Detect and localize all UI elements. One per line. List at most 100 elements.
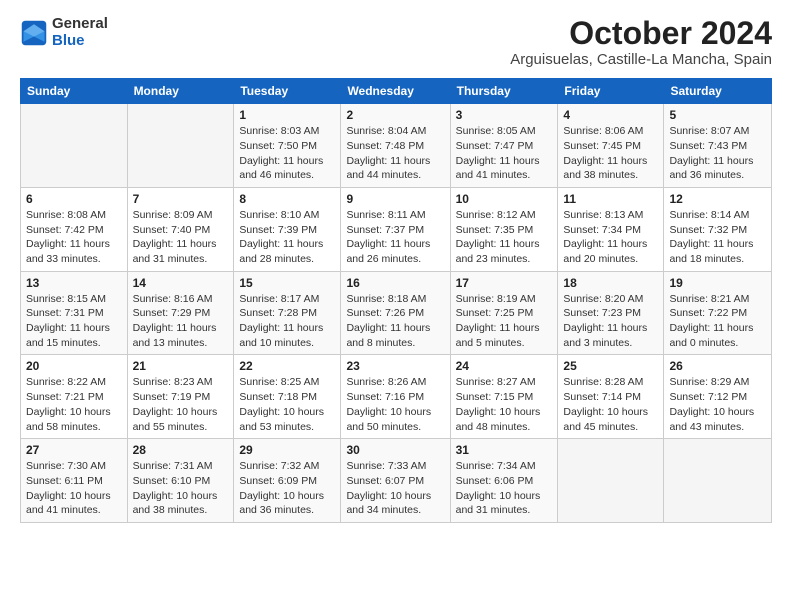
cell-daylight: Daylight: 11 hours and 23 minutes.: [456, 237, 553, 266]
cell-day-number: 2: [346, 108, 444, 122]
cell-detail: Sunrise: 8:10 AMSunset: 7:39 PMDaylight:…: [239, 208, 335, 267]
calendar-cell: 19Sunrise: 8:21 AMSunset: 7:22 PMDayligh…: [664, 271, 772, 355]
cell-daylight: Daylight: 11 hours and 41 minutes.: [456, 154, 553, 183]
calendar-cell: 11Sunrise: 8:13 AMSunset: 7:34 PMDayligh…: [558, 187, 664, 271]
cell-sunset: Sunset: 7:31 PM: [26, 306, 122, 321]
cell-detail: Sunrise: 8:22 AMSunset: 7:21 PMDaylight:…: [26, 375, 122, 434]
header-tuesday: Tuesday: [234, 79, 341, 104]
header-saturday: Saturday: [664, 79, 772, 104]
cell-sunset: Sunset: 6:07 PM: [346, 474, 444, 489]
logo-line1: General: [52, 16, 108, 33]
calendar-header: Sunday Monday Tuesday Wednesday Thursday…: [21, 79, 772, 104]
cell-day-number: 13: [26, 276, 122, 290]
cell-detail: Sunrise: 7:31 AMSunset: 6:10 PMDaylight:…: [133, 459, 229, 518]
cell-daylight: Daylight: 11 hours and 8 minutes.: [346, 321, 444, 350]
calendar-cell: 3Sunrise: 8:05 AMSunset: 7:47 PMDaylight…: [450, 104, 558, 188]
cell-sunrise: Sunrise: 8:03 AM: [239, 124, 335, 139]
cell-sunset: Sunset: 6:09 PM: [239, 474, 335, 489]
cell-daylight: Daylight: 11 hours and 0 minutes.: [669, 321, 766, 350]
calendar-cell: 5Sunrise: 8:07 AMSunset: 7:43 PMDaylight…: [664, 104, 772, 188]
cell-sunrise: Sunrise: 7:33 AM: [346, 459, 444, 474]
cell-day-number: 10: [456, 192, 553, 206]
header-thursday: Thursday: [450, 79, 558, 104]
cell-detail: Sunrise: 8:27 AMSunset: 7:15 PMDaylight:…: [456, 375, 553, 434]
cell-daylight: Daylight: 11 hours and 36 minutes.: [669, 154, 766, 183]
cell-day-number: 23: [346, 359, 444, 373]
calendar-cell: 16Sunrise: 8:18 AMSunset: 7:26 PMDayligh…: [341, 271, 450, 355]
cell-sunrise: Sunrise: 7:32 AM: [239, 459, 335, 474]
cell-daylight: Daylight: 10 hours and 45 minutes.: [563, 405, 658, 434]
cell-sunset: Sunset: 7:23 PM: [563, 306, 658, 321]
cell-detail: Sunrise: 8:29 AMSunset: 7:12 PMDaylight:…: [669, 375, 766, 434]
cell-day-number: 14: [133, 276, 229, 290]
cell-sunrise: Sunrise: 8:13 AM: [563, 208, 658, 223]
cell-sunrise: Sunrise: 8:18 AM: [346, 292, 444, 307]
calendar-cell: 10 Sunrise: 8:12 AMSunset: 7:35 PMDayligh…: [450, 187, 558, 271]
cell-sunrise: Sunrise: 8:12 AM: [456, 208, 553, 223]
cell-detail: Sunrise: 7:32 AMSunset: 6:09 PMDaylight:…: [239, 459, 335, 518]
calendar-cell: 30Sunrise: 7:33 AMSunset: 6:07 PMDayligh…: [341, 439, 450, 523]
cell-sunrise: Sunrise: 7:34 AM: [456, 459, 553, 474]
cell-detail: Sunrise: 8:16 AMSunset: 7:29 PMDaylight:…: [133, 292, 229, 351]
cell-detail: Sunrise: 8:05 AMSunset: 7:47 PMDaylight:…: [456, 124, 553, 183]
cell-daylight: Daylight: 10 hours and 34 minutes.: [346, 489, 444, 518]
cell-sunrise: Sunrise: 8:08 AM: [26, 208, 122, 223]
cell-day-number: 4: [563, 108, 658, 122]
logo-icon: [20, 19, 48, 47]
cell-day-number: 11: [563, 192, 658, 206]
cell-sunrise: Sunrise: 8:05 AM: [456, 124, 553, 139]
cell-daylight: Daylight: 11 hours and 15 minutes.: [26, 321, 122, 350]
cell-sunset: Sunset: 7:29 PM: [133, 306, 229, 321]
cell-detail: Sunrise: 8:28 AMSunset: 7:14 PMDaylight:…: [563, 375, 658, 434]
header-friday: Friday: [558, 79, 664, 104]
calendar-cell: 23 Sunrise: 8:26 AMSunset: 7:16 PMDayligh…: [341, 355, 450, 439]
calendar-cell: 20Sunrise: 8:22 AMSunset: 7:21 PMDayligh…: [21, 355, 128, 439]
cell-daylight: Daylight: 11 hours and 26 minutes.: [346, 237, 444, 266]
calendar-cell: [127, 104, 234, 188]
cell-sunset: Sunset: 6:11 PM: [26, 474, 122, 489]
calendar-cell: 2Sunrise: 8:04 AMSunset: 7:48 PMDaylight…: [341, 104, 450, 188]
cell-sunrise: Sunrise: 8:17 AM: [239, 292, 335, 307]
cell-detail: Sunrise: 8:15 AMSunset: 7:31 PMDaylight:…: [26, 292, 122, 351]
cell-sunrise: Sunrise: 8:25 AM: [239, 375, 335, 390]
week-row-1: 6 Sunrise: 8:08 AMSunset: 7:42 PMDaylight…: [21, 187, 772, 271]
cell-daylight: Daylight: 10 hours and 58 minutes.: [26, 405, 122, 434]
cell-sunset: Sunset: 7:43 PM: [669, 139, 766, 154]
cell-sunset: Sunset: 6:10 PM: [133, 474, 229, 489]
cell-sunset: Sunset: 7:48 PM: [346, 139, 444, 154]
cell-sunrise: Sunrise: 8:19 AM: [456, 292, 553, 307]
cell-sunrise: Sunrise: 7:31 AM: [133, 459, 229, 474]
cell-detail: Sunrise: 8:12 AMSunset: 7:35 PMDaylight:…: [456, 208, 553, 267]
cell-daylight: Daylight: 10 hours and 43 minutes.: [669, 405, 766, 434]
cell-sunset: Sunset: 7:14 PM: [563, 390, 658, 405]
cell-sunrise: Sunrise: 8:10 AM: [239, 208, 335, 223]
logo-text: General Blue: [52, 16, 108, 49]
cell-detail: Sunrise: 8:26 AMSunset: 7:16 PMDaylight:…: [346, 375, 444, 434]
cell-sunset: Sunset: 7:35 PM: [456, 223, 553, 238]
cell-sunset: Sunset: 7:28 PM: [239, 306, 335, 321]
cell-daylight: Daylight: 11 hours and 38 minutes.: [563, 154, 658, 183]
cell-daylight: Daylight: 11 hours and 46 minutes.: [239, 154, 335, 183]
cell-day-number: 31: [456, 443, 553, 457]
calendar-cell: 13 Sunrise: 8:15 AMSunset: 7:31 PMDayligh…: [21, 271, 128, 355]
cell-sunset: Sunset: 7:12 PM: [669, 390, 766, 405]
cell-sunrise: Sunrise: 8:06 AM: [563, 124, 658, 139]
cell-sunset: Sunset: 7:26 PM: [346, 306, 444, 321]
cell-daylight: Daylight: 10 hours and 36 minutes.: [239, 489, 335, 518]
calendar-cell: 6 Sunrise: 8:08 AMSunset: 7:42 PMDaylight…: [21, 187, 128, 271]
cell-day-number: 12: [669, 192, 766, 206]
cell-daylight: Daylight: 11 hours and 44 minutes.: [346, 154, 444, 183]
cell-detail: Sunrise: 8:03 AMSunset: 7:50 PMDaylight:…: [239, 124, 335, 183]
cell-sunrise: Sunrise: 8:09 AM: [133, 208, 229, 223]
cell-day-number: 6: [26, 192, 122, 206]
calendar-cell: 1Sunrise: 8:03 AMSunset: 7:50 PMDaylight…: [234, 104, 341, 188]
cell-detail: Sunrise: 7:30 AMSunset: 6:11 PMDaylight:…: [26, 459, 122, 518]
calendar-subtitle: Arguisuelas, Castille-La Mancha, Spain: [510, 51, 772, 68]
cell-detail: Sunrise: 8:08 AMSunset: 7:42 PMDaylight:…: [26, 208, 122, 267]
cell-daylight: Daylight: 11 hours and 3 minutes.: [563, 321, 658, 350]
cell-day-number: 26: [669, 359, 766, 373]
cell-sunrise: Sunrise: 7:30 AM: [26, 459, 122, 474]
cell-day-number: 18: [563, 276, 658, 290]
cell-detail: Sunrise: 8:23 AMSunset: 7:19 PMDaylight:…: [133, 375, 229, 434]
cell-day-number: 28: [133, 443, 229, 457]
